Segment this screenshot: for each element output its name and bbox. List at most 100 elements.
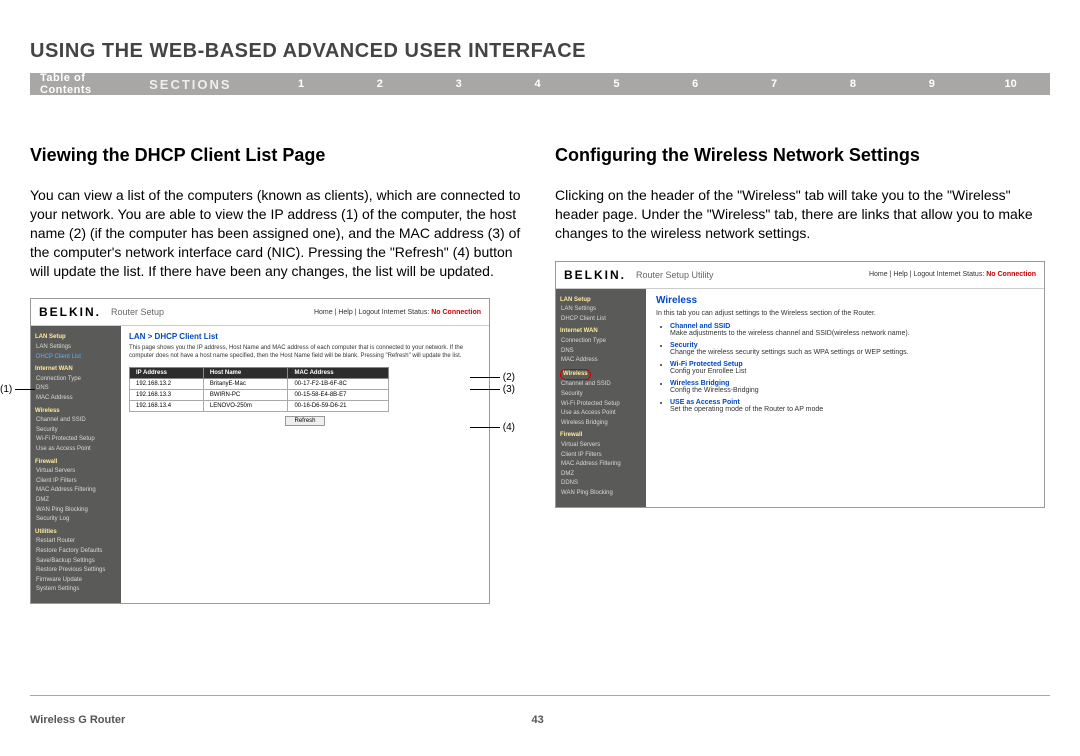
dhcp-description: This page shows you the IP address, Host…	[129, 345, 481, 361]
sidebar-item[interactable]: Restart Router	[35, 537, 117, 547]
section-8[interactable]: 8	[814, 78, 893, 90]
list-item: SecurityChange the wireless security set…	[670, 342, 1034, 356]
refresh-button[interactable]: Refresh	[285, 416, 325, 426]
sidebar-item[interactable]: Wi-Fi Protected Setup	[560, 400, 642, 410]
sidebar-item[interactable]: Firewall	[560, 431, 642, 441]
sidebar-item[interactable]: Wireless Bridging	[560, 419, 642, 429]
sidebar-item[interactable]: Firewall	[35, 458, 117, 468]
sidebar-item[interactable]: Internet WAN	[35, 365, 117, 375]
sidebar-item[interactable]: Restore Factory Defaults	[35, 547, 117, 557]
sidebar-item[interactable]: WAN Ping Blocking	[560, 489, 642, 499]
wireless-link[interactable]: USE as Access Point	[670, 399, 740, 406]
section-9[interactable]: 9	[892, 78, 971, 90]
left-heading: Viewing the DHCP Client List Page	[30, 145, 525, 166]
sidebar-item[interactable]: Use as Access Point	[560, 409, 642, 419]
dhcp-table: IP AddressHost NameMAC Address192.168.13…	[129, 367, 389, 412]
dhcp-screenshot: BELKIN. Router Setup Home | Help | Logou…	[30, 298, 490, 603]
right-paragraph: Clicking on the header of the "Wireless"…	[555, 186, 1050, 243]
sidebar-item[interactable]: System Settings	[35, 585, 117, 595]
sidebar-item[interactable]: Wireless	[35, 407, 117, 417]
router-title: Router Setup	[111, 307, 164, 317]
sidebar-item[interactable]: Virtual Servers	[35, 467, 117, 477]
sidebar-item[interactable]: DNS	[35, 384, 117, 394]
list-item: Wi-Fi Protected SetupConfig your Enrolle…	[670, 361, 1034, 375]
belkin-logo: BELKIN.	[39, 305, 101, 319]
sidebar-item[interactable]: LAN Setup	[560, 296, 642, 306]
sidebar-item[interactable]: Wireless	[560, 369, 642, 381]
sidebar-item[interactable]: Utilities	[35, 528, 117, 538]
sidebar-item[interactable]: DHCP Client List	[560, 315, 642, 325]
router-sidebar-right: LAN SetupLAN SettingsDHCP Client List Int…	[556, 289, 646, 507]
router-top-links: Home | Help | Logout Internet Status: No…	[869, 271, 1036, 278]
list-item: Wireless BridgingConfig the Wireless-Bri…	[670, 380, 1034, 394]
page-title: USING THE WEB-BASED ADVANCED USER INTERF…	[30, 40, 1050, 63]
section-3[interactable]: 3	[419, 78, 498, 90]
sidebar-item[interactable]: MAC Address	[560, 356, 642, 366]
table-row: 192.168.13.3BWIRN-PC00-15-58-E4-8B-E7	[130, 390, 389, 401]
sidebar-item[interactable]: Channel and SSID	[560, 380, 642, 390]
sidebar-item[interactable]: Wi-Fi Protected Setup	[35, 435, 117, 445]
sidebar-item[interactable]: Security	[35, 426, 117, 436]
sidebar-item[interactable]: MAC Address	[35, 394, 117, 404]
sidebar-item[interactable]: Security Log	[35, 515, 117, 525]
table-header: MAC Address	[288, 368, 389, 379]
wireless-link[interactable]: Security	[670, 342, 698, 349]
sidebar-item[interactable]: Internet WAN	[560, 327, 642, 337]
wireless-link-list: Channel and SSIDMake adjustments to the …	[656, 323, 1034, 413]
sidebar-item[interactable]: Client IP Filters	[560, 451, 642, 461]
sidebar-item[interactable]: DHCP Client List	[35, 353, 117, 363]
sidebar-item[interactable]: Firmware Update	[35, 576, 117, 586]
section-5[interactable]: 5	[577, 78, 656, 90]
wireless-link[interactable]: Channel and SSID	[670, 323, 730, 330]
wireless-link-desc: Config your Enrollee List	[670, 368, 1034, 375]
section-2[interactable]: 2	[340, 78, 419, 90]
sidebar-item[interactable]: DDNS	[560, 479, 642, 489]
sidebar-item[interactable]: LAN Settings	[560, 305, 642, 315]
sidebar-item[interactable]: Virtual Servers	[560, 441, 642, 451]
sidebar-item[interactable]: LAN Settings	[35, 343, 117, 353]
sections-label: SECTIONS	[149, 77, 261, 92]
sidebar-item[interactable]: DMZ	[560, 470, 642, 480]
wireless-link-desc: Config the Wireless-Bridging	[670, 387, 1034, 394]
router-title: Router Setup Utility	[636, 270, 714, 280]
wireless-screenshot: BELKIN. Router Setup Utility Home | Help…	[555, 261, 1045, 508]
sidebar-item[interactable]: LAN Setup	[35, 333, 117, 343]
table-header: IP Address	[130, 368, 204, 379]
sidebar-item[interactable]: Security	[560, 390, 642, 400]
table-row: 192.168.13.2BritanyE-Mac00-17-F2-1B-6F-8…	[130, 379, 389, 390]
sidebar-item[interactable]: Channel and SSID	[35, 416, 117, 426]
section-6[interactable]: 6	[656, 78, 735, 90]
sidebar-item[interactable]: Save/Backup Settings	[35, 557, 117, 567]
wireless-link[interactable]: Wi-Fi Protected Setup	[670, 361, 743, 368]
sidebar-item[interactable]: MAC Address Filtering	[35, 486, 117, 496]
router-top-links: Home | Help | Logout Internet Status: No…	[314, 309, 481, 316]
section-7[interactable]: 7	[735, 78, 814, 90]
sidebar-item[interactable]: Connection Type	[35, 375, 117, 385]
footer-product: Wireless G Router	[30, 714, 125, 726]
breadcrumb: LAN > DHCP Client List	[129, 332, 481, 341]
sidebar-item[interactable]: Connection Type	[560, 337, 642, 347]
footer-divider	[30, 695, 1050, 696]
section-nav: Table of Contents SECTIONS 12345678910	[30, 73, 1050, 95]
list-item: Channel and SSIDMake adjustments to the …	[670, 323, 1034, 337]
section-4[interactable]: 4	[498, 78, 577, 90]
list-item: USE as Access PointSet the operating mod…	[670, 399, 1034, 413]
sidebar-item[interactable]: Restore Previous Settings	[35, 566, 117, 576]
sidebar-item[interactable]: DMZ	[35, 496, 117, 506]
sidebar-item[interactable]: MAC Address Filtering	[560, 460, 642, 470]
sidebar-item[interactable]: DNS	[560, 347, 642, 357]
section-10[interactable]: 10	[971, 78, 1050, 90]
right-heading: Configuring the Wireless Network Setting…	[555, 145, 1050, 166]
page-number: 43	[125, 714, 950, 726]
belkin-logo: BELKIN.	[564, 268, 626, 282]
callout-1: (1)	[0, 384, 35, 395]
wireless-link[interactable]: Wireless Bridging	[670, 380, 729, 387]
wireless-link-desc: Change the wireless security settings su…	[670, 349, 1034, 356]
sidebar-item[interactable]: Client IP Filters	[35, 477, 117, 487]
wireless-link-desc: Make adjustments to the wireless channel…	[670, 330, 1034, 337]
toc-link[interactable]: Table of Contents	[30, 72, 149, 96]
sidebar-item[interactable]: Use as Access Point	[35, 445, 117, 455]
section-1[interactable]: 1	[262, 78, 341, 90]
wireless-intro: In this tab you can adjust settings to t…	[656, 310, 1034, 317]
sidebar-item[interactable]: WAN Ping Blocking	[35, 506, 117, 516]
